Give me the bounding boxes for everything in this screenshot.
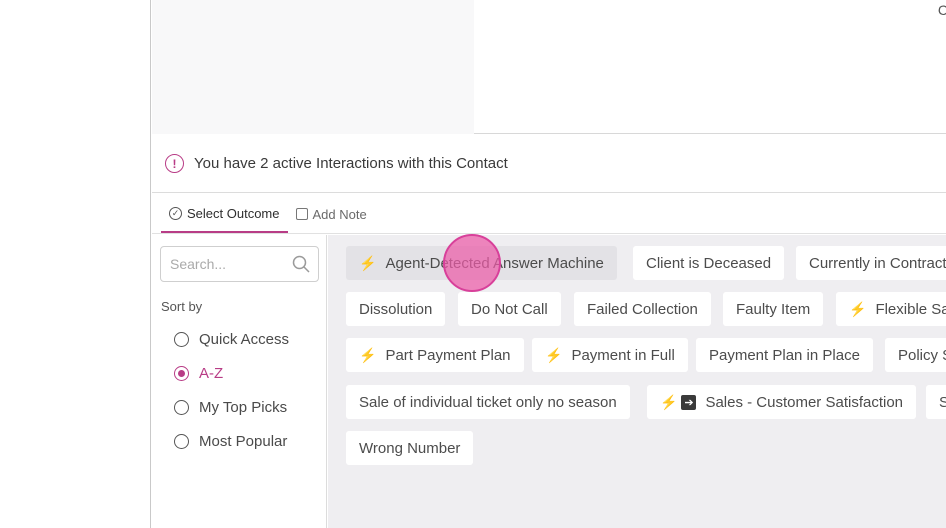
radio-button[interactable] — [174, 400, 189, 415]
bolt-icon: ⚡ — [359, 346, 377, 363]
left-panel — [0, 0, 151, 528]
sort-option-most-popular[interactable]: Most Popular — [174, 433, 287, 450]
sort-option-label: A-Z — [199, 365, 224, 382]
outcome-label: Wrong Number — [359, 439, 461, 457]
radio-button-selected[interactable] — [174, 366, 189, 381]
page: C ! You have 2 active Interactions with … — [0, 0, 946, 528]
bolt-icon: ⚡ — [849, 300, 867, 317]
outcome-label: Dissolution — [359, 300, 433, 318]
outcome-chip[interactable]: Dissolution — [346, 292, 446, 326]
arrow-box-icon: ➔ — [681, 394, 697, 410]
outcome-label: Currently in Contract — [809, 254, 946, 272]
outcome-chip[interactable]: Currently in Contract — [796, 246, 946, 280]
outcome-label: Part Payment Plan — [385, 346, 511, 364]
note-icon — [295, 208, 308, 220]
outcome-chip[interactable]: Do Not Call — [458, 292, 561, 326]
outcome-label: Sales - Customer Satisfaction — [705, 393, 904, 411]
search-input[interactable] — [170, 256, 288, 272]
alert-circle-icon: ! — [165, 154, 184, 173]
outcome-label: S — [939, 393, 946, 411]
search-icon[interactable] — [292, 255, 310, 273]
outcome-label: Payment Plan in Place — [709, 346, 860, 364]
outcome-grid: ⚡ Agent-Detected Answer Machine Client i… — [328, 235, 946, 528]
outcome-label: Failed Collection — [587, 300, 698, 318]
outcome-label: Do Not Call — [471, 300, 548, 318]
outcome-label: Flexible Sa — [875, 300, 946, 318]
sort-option-label: My Top Picks — [199, 399, 288, 416]
check-circle-icon: ✓ — [169, 206, 182, 220]
outcome-chip[interactable]: Payment Plan in Place — [696, 338, 873, 372]
bolt-icon: ⚡ — [359, 254, 377, 271]
bolt-icon: ⚡ — [660, 393, 678, 410]
outcome-label: Client is Deceased — [646, 254, 772, 272]
outcome-tabs: ✓ Select Outcome Add Note — [152, 194, 946, 234]
radio-button[interactable] — [174, 332, 189, 347]
top-area: C — [152, 0, 946, 134]
outcome-label: Payment in Full — [571, 346, 675, 364]
outcome-chip[interactable]: Failed Collection — [574, 292, 711, 326]
outcome-label: Faulty Item — [736, 300, 811, 318]
outcome-chip[interactable]: Sale of individual ticket only no season — [346, 385, 630, 419]
outcome-chip[interactable]: Client is Deceased — [633, 246, 785, 280]
outcome-chip[interactable]: Wrong Number — [346, 431, 474, 465]
outcome-chip[interactable]: ⚡ Payment in Full — [532, 338, 688, 372]
outcome-chip[interactable]: S — [926, 385, 946, 419]
sort-by-label: Sort by — [161, 299, 203, 314]
top-panel — [152, 0, 474, 134]
outcome-filter-sidebar: Sort by Quick Access A-Z My Top Picks Mo… — [152, 235, 327, 528]
sort-option-label: Most Popular — [199, 433, 288, 450]
tab-select-outcome[interactable]: ✓ Select Outcome — [161, 195, 288, 233]
sort-option-my-top-picks[interactable]: My Top Picks — [174, 399, 287, 416]
search-box — [160, 246, 319, 282]
sort-option-label: Quick Access — [199, 331, 290, 348]
outcome-chip[interactable]: ⚡ Part Payment Plan — [346, 338, 524, 372]
outcome-label: Policy S — [898, 346, 946, 364]
outcome-label: Sale of individual ticket only no season — [359, 393, 617, 411]
banner-text: You have 2 active Interactions with this… — [194, 155, 508, 172]
tab-add-note[interactable]: Add Note — [288, 195, 375, 233]
radio-button[interactable] — [174, 434, 189, 449]
outcome-chip[interactable]: ⚡ ➔ Sales - Customer Satisfaction — [647, 385, 917, 419]
sort-option-quick-access[interactable]: Quick Access — [174, 331, 289, 348]
tab-label: Add Note — [312, 206, 367, 222]
corner-glyph: C — [937, 2, 946, 18]
tab-label: Select Outcome — [187, 205, 280, 221]
active-interactions-banner: ! You have 2 active Interactions with th… — [152, 135, 946, 193]
outcome-chip[interactable]: Policy S — [885, 338, 946, 372]
outcome-chip[interactable]: Faulty Item — [723, 292, 824, 326]
sort-option-a-z[interactable]: A-Z — [174, 365, 223, 382]
bolt-icon: ⚡ — [545, 346, 563, 363]
click-indicator — [443, 234, 501, 292]
outcome-chip[interactable]: ⚡ Flexible Sa — [836, 292, 946, 326]
